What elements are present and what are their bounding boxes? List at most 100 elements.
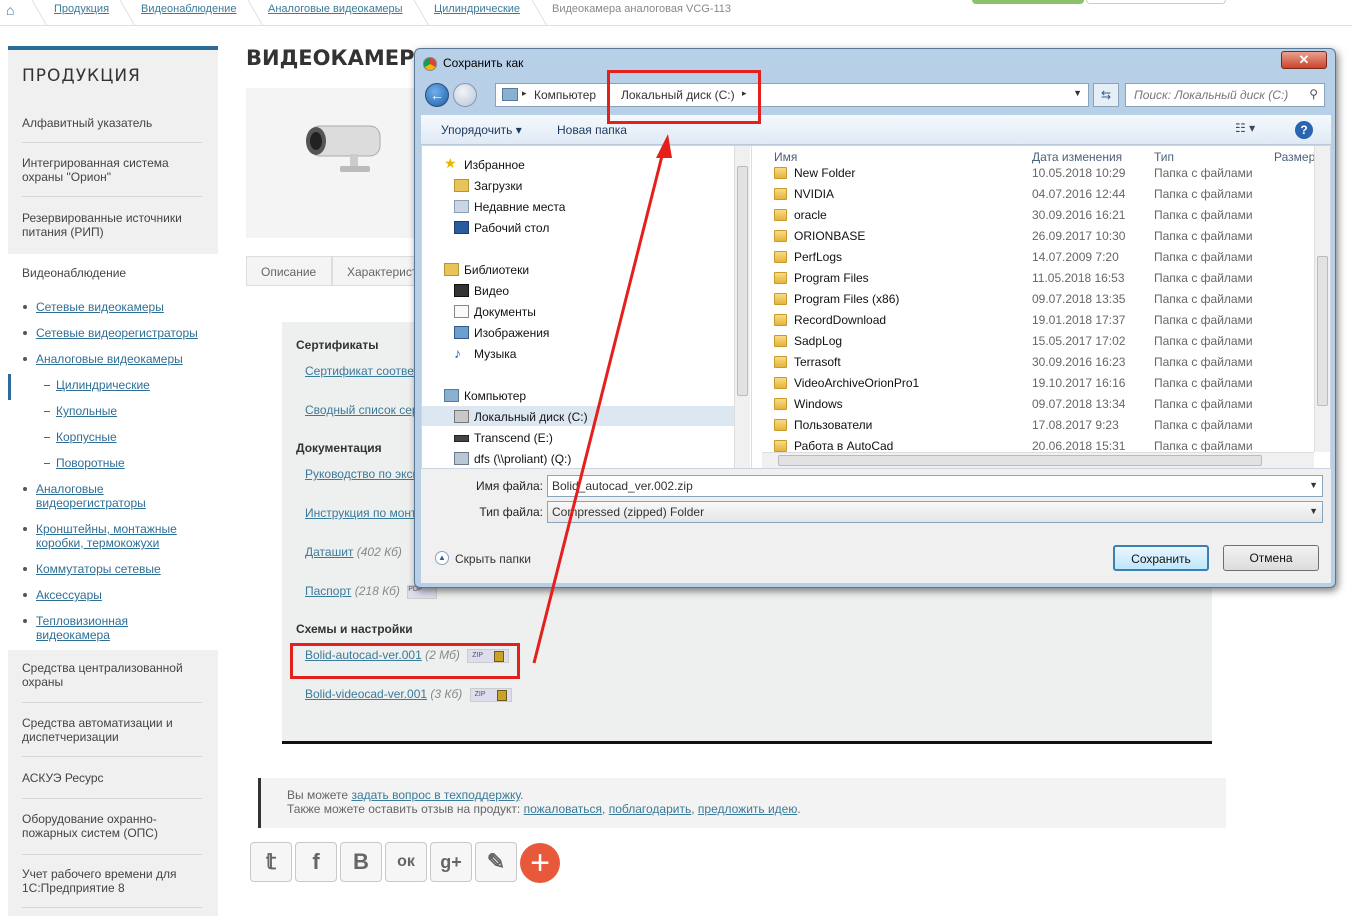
- file-row[interactable]: ORIONBASE 26.09.2017 10:30 Папка с файлами: [762, 227, 1322, 248]
- sidebar-item-orion[interactable]: Интегрированная система охраны "Орион": [22, 156, 202, 184]
- nav-documents[interactable]: Документы: [474, 305, 536, 319]
- sidebar-item-alphabet[interactable]: Алфавитный указатель: [22, 116, 202, 130]
- address-bar[interactable]: ▸ Компьютер Локальный диск (C:) ▸ ▼: [495, 83, 1089, 107]
- cancel-button[interactable]: Отмена: [1223, 545, 1319, 571]
- videocad-link[interactable]: Bolid-videocad-ver.001: [305, 687, 427, 701]
- column-size[interactable]: Размер: [1274, 150, 1315, 164]
- googleplus-icon[interactable]: g+: [430, 842, 472, 882]
- column-type[interactable]: Тип: [1154, 150, 1174, 164]
- filename-input[interactable]: Bolid_autocad_ver.002.zip ▼: [547, 475, 1323, 497]
- filetype-select[interactable]: Compressed (zipped) Folder ▼: [547, 501, 1323, 523]
- scrollbar-thumb[interactable]: [1317, 256, 1328, 406]
- sidebar-item-cylindrical[interactable]: Цилиндрические: [56, 378, 150, 392]
- ask-support-link[interactable]: задать вопрос в техподдержку: [351, 788, 520, 802]
- file-row[interactable]: NVIDIA 04.07.2016 12:44 Папка с файлами: [762, 185, 1322, 206]
- sidebar-item-askue[interactable]: АСКУЭ Ресурс: [22, 771, 202, 785]
- nav-music[interactable]: Музыка: [474, 347, 516, 361]
- sidebar-item-dome[interactable]: Купольные: [56, 404, 117, 418]
- chevron-down-icon[interactable]: ▼: [1073, 88, 1082, 98]
- nav-dfs[interactable]: dfs (\\proliant) (Q:): [474, 452, 571, 466]
- file-row[interactable]: SadpLog 15.05.2017 17:02 Папка с файлами: [762, 332, 1322, 353]
- file-row[interactable]: VideoArchiveOrionPro1 19.10.2017 16:16 Пап…: [762, 374, 1322, 395]
- sidebar-item-network-cameras[interactable]: Сетевые видеокамеры: [36, 300, 164, 314]
- nav-computer[interactable]: Компьютер: [464, 389, 526, 403]
- complain-link[interactable]: пожаловаться: [524, 802, 602, 816]
- chevron-up-icon[interactable]: ▲: [435, 551, 449, 565]
- close-button[interactable]: ✕: [1281, 51, 1327, 69]
- add-share-button[interactable]: +: [520, 843, 560, 883]
- top-button-green[interactable]: [972, 0, 1084, 4]
- nav-favorites[interactable]: Избранное: [464, 158, 525, 172]
- suggest-link[interactable]: предложить идею: [698, 802, 797, 816]
- files-vscroll[interactable]: [1314, 146, 1330, 452]
- sidebar-item-central[interactable]: Средства централизованной охраны: [22, 661, 202, 689]
- nav-transcend[interactable]: Transcend (E:): [474, 431, 553, 445]
- nav-downloads[interactable]: Загрузки: [474, 179, 522, 193]
- sidebar-item-thermal[interactable]: Тепловизионная видеокамера: [36, 614, 186, 642]
- file-row[interactable]: Terrasoft 30.09.2016 16:23 Папка с файлами: [762, 353, 1322, 374]
- sidebar-item-automation[interactable]: Средства автоматизации и диспетчеризации: [22, 716, 202, 744]
- sidebar-item-analog-recorders[interactable]: Аналоговые видеорегистраторы: [36, 482, 186, 510]
- breadcrumb-item[interactable]: Цилиндрические: [434, 3, 520, 15]
- tab-description[interactable]: Описание: [246, 256, 332, 286]
- breadcrumb-item[interactable]: Видеонаблюдение: [141, 3, 236, 15]
- file-row[interactable]: RecordDownload 19.01.2018 17:37 Папка с фа…: [762, 311, 1322, 332]
- organize-button[interactable]: Упорядочить ▾: [441, 123, 522, 137]
- datasheet-link[interactable]: Даташит: [305, 545, 353, 559]
- product-image[interactable]: [246, 88, 426, 238]
- home-icon[interactable]: ⌂: [6, 2, 24, 20]
- hide-folders-button[interactable]: Скрыть папки: [455, 552, 531, 566]
- sidebar-item-brackets[interactable]: Кронштейны, монтажные коробки, термокожу…: [36, 522, 186, 550]
- nav-images[interactable]: Изображения: [474, 326, 549, 340]
- nav-desktop[interactable]: Рабочий стол: [474, 221, 549, 235]
- nav-libraries[interactable]: Библиотеки: [464, 263, 529, 277]
- twitter-icon[interactable]: 𝕥: [250, 842, 292, 882]
- breadcrumb-item[interactable]: Продукция: [54, 3, 109, 15]
- facebook-icon[interactable]: f: [295, 842, 337, 882]
- address-computer[interactable]: Компьютер: [534, 88, 596, 102]
- sidebar-item-video[interactable]: Видеонаблюдение: [22, 266, 202, 280]
- view-icon[interactable]: ☷ ▾: [1235, 121, 1255, 135]
- file-row[interactable]: Пользователи 17.08.2017 9:23 Папка с файла…: [762, 416, 1322, 437]
- file-row[interactable]: Windows 09.07.2018 13:34 Папка с файлами: [762, 395, 1322, 416]
- file-row[interactable]: Program Files 11.05.2018 16:53 Папка с фай…: [762, 269, 1322, 290]
- sidebar-item-1c[interactable]: Учет рабочего времени для 1С:Предприятие…: [22, 867, 202, 895]
- top-button[interactable]: [1086, 0, 1226, 4]
- nav-recent[interactable]: Недавние места: [474, 200, 565, 214]
- column-date[interactable]: Дата изменения: [1032, 150, 1122, 164]
- file-row[interactable]: New Folder 10.05.2018 10:29 Папка с файлам…: [762, 164, 1322, 185]
- vk-icon[interactable]: B: [340, 842, 382, 882]
- odnoklassniki-icon[interactable]: ок: [385, 842, 427, 882]
- nav-video[interactable]: Видео: [474, 284, 509, 298]
- files-hscroll[interactable]: [762, 452, 1314, 468]
- nav-scrollbar[interactable]: [734, 146, 750, 468]
- sidebar-item-network-recorders[interactable]: Сетевые видеорегистраторы: [36, 326, 198, 340]
- file-row[interactable]: oracle 30.09.2016 16:21 Папка с файлами: [762, 206, 1322, 227]
- back-button[interactable]: ←: [425, 83, 449, 107]
- new-folder-button[interactable]: Новая папка: [557, 123, 627, 137]
- sidebar-item-switches[interactable]: Коммутаторы сетевые: [36, 562, 161, 576]
- sidebar-item-rip[interactable]: Резервированные источники питания (РИП): [22, 211, 202, 239]
- refresh-icon[interactable]: ⇆: [1093, 83, 1119, 107]
- thank-link[interactable]: поблагодарить: [609, 802, 692, 816]
- help-icon[interactable]: ?: [1295, 121, 1313, 139]
- sidebar-item-ptz[interactable]: Поворотные: [56, 456, 125, 470]
- search-input[interactable]: Поиск: Локальный диск (C:) ⚲: [1125, 83, 1325, 107]
- scrollbar-thumb[interactable]: [737, 166, 748, 396]
- forward-button[interactable]: [453, 83, 477, 107]
- sidebar-item-analog-cameras[interactable]: Аналоговые видеокамеры: [36, 352, 183, 366]
- scrollbar-thumb[interactable]: [778, 455, 1262, 466]
- save-button[interactable]: Сохранить: [1113, 545, 1209, 571]
- column-name[interactable]: Имя: [774, 150, 797, 164]
- file-row[interactable]: Program Files (x86) 09.07.2018 13:35 Папка…: [762, 290, 1322, 311]
- edit-icon[interactable]: ✎: [475, 842, 517, 882]
- nav-local-disk[interactable]: Локальный диск (C:): [474, 410, 588, 424]
- sidebar-item-ops[interactable]: Оборудование охранно-пожарных систем (ОП…: [22, 812, 202, 840]
- chevron-down-icon[interactable]: ▼: [1309, 506, 1318, 516]
- file-row[interactable]: PerfLogs 14.07.2009 7:20 Папка с файлами: [762, 248, 1322, 269]
- sidebar-item-accessories[interactable]: Аксессуары: [36, 588, 102, 602]
- sidebar-item-box[interactable]: Корпусные: [56, 430, 117, 444]
- passport-link[interactable]: Паспорт: [305, 584, 351, 598]
- chevron-down-icon[interactable]: ▼: [1309, 480, 1318, 490]
- breadcrumb-item[interactable]: Аналоговые видеокамеры: [268, 3, 403, 15]
